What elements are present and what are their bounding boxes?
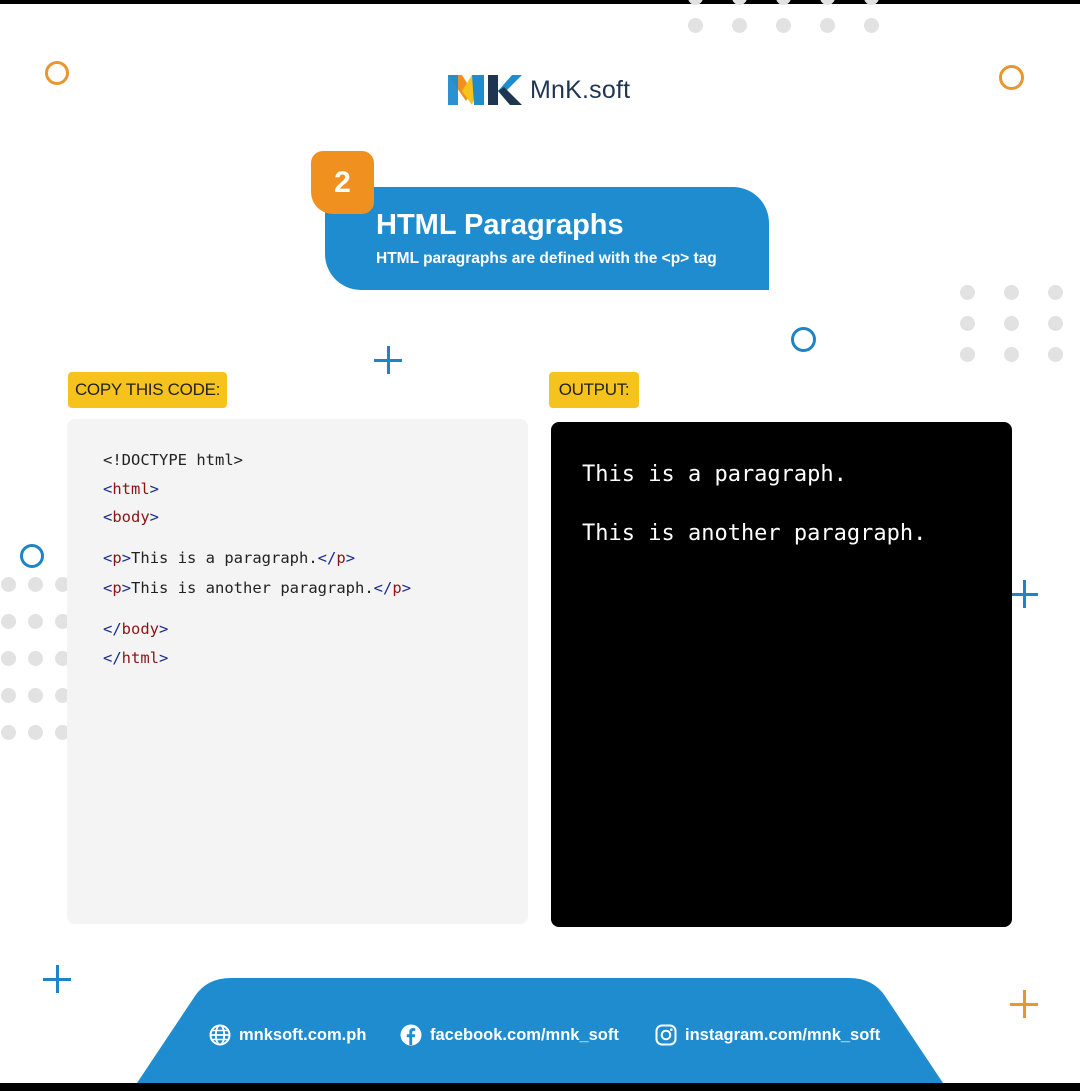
- instagram-icon: [655, 1024, 677, 1046]
- decorative-dot: [1004, 316, 1019, 331]
- footer-bar: mnksoft.com.ph facebook.com/mnk_soft ins…: [137, 978, 943, 1083]
- code-line-body-open: <body>: [103, 508, 160, 526]
- decorative-dot: [820, 0, 835, 5]
- code-line-doctype: <!DOCTYPE html>: [103, 451, 243, 469]
- decorative-dot: [1048, 316, 1063, 331]
- decorative-dot: [1004, 285, 1019, 300]
- code-label: COPY THIS CODE:: [68, 372, 227, 408]
- decorative-dot: [28, 614, 43, 629]
- output-line-2: This is another paragraph.: [582, 521, 927, 546]
- footer-instagram-text: instagram.com/mnk_soft: [685, 1025, 881, 1044]
- brand-name: MnK.soft: [530, 75, 631, 104]
- decorative-ring-top-left: [45, 61, 69, 85]
- code-line-paragraph-1: <p>This is a paragraph.</p>: [103, 549, 356, 567]
- decorative-dot: [1048, 347, 1063, 362]
- output-panel: This is a paragraph. This is another par…: [551, 422, 1012, 927]
- decorative-dot: [1, 725, 16, 740]
- decorative-dot: [776, 18, 791, 33]
- title-banner: HTML Paragraphs HTML paragraphs are defi…: [325, 187, 769, 290]
- decorative-ring-mid: [791, 327, 816, 352]
- decorative-dot: [1048, 285, 1063, 300]
- mnk-logo-icon: [448, 75, 522, 105]
- step-number-badge: 2: [311, 151, 374, 214]
- decorative-dot: [864, 0, 879, 5]
- code-line-html-close: </html>: [103, 649, 169, 667]
- page-subtitle: HTML paragraphs are defined with the <p>…: [376, 250, 717, 267]
- bottom-border: [0, 1083, 1080, 1091]
- footer-website-text: mnksoft.com.ph: [239, 1025, 367, 1044]
- footer-facebook-link[interactable]: facebook.com/mnk_soft: [400, 1024, 619, 1046]
- decorative-dot: [688, 0, 703, 5]
- decorative-dot: [1, 651, 16, 666]
- decorative-dot: [28, 688, 43, 703]
- decorative-ring-top-right: [999, 65, 1024, 90]
- code-line-html-open: <html>: [103, 480, 160, 498]
- globe-icon: [209, 1024, 231, 1046]
- decorative-dot: [864, 18, 879, 33]
- decorative-dot: [960, 285, 975, 300]
- decorative-dot: [1, 614, 16, 629]
- code-line-body-close: </body>: [103, 620, 169, 638]
- decorative-dot: [28, 577, 43, 592]
- decorative-dot: [28, 651, 43, 666]
- decorative-plus-bottom-left: [43, 965, 71, 993]
- footer-facebook-text: facebook.com/mnk_soft: [430, 1025, 619, 1044]
- decorative-dot: [960, 347, 975, 362]
- decorative-dot: [776, 0, 791, 5]
- decorative-dot: [960, 316, 975, 331]
- decorative-dot: [732, 18, 747, 33]
- decorative-plus-mid: [374, 346, 402, 374]
- decorative-dot: [1, 577, 16, 592]
- decorative-plus-bottom-right: [1010, 990, 1038, 1018]
- output-line-1: This is a paragraph.: [582, 462, 847, 487]
- brand-logo: MnK.soft: [446, 70, 630, 110]
- top-border: [0, 0, 1080, 4]
- decorative-dot: [1, 688, 16, 703]
- decorative-ring-left: [20, 544, 44, 568]
- decorative-dot: [1004, 347, 1019, 362]
- decorative-dot: [820, 18, 835, 33]
- code-panel[interactable]: <!DOCTYPE html> <html> <body> <p>This is…: [67, 419, 528, 924]
- code-line-paragraph-2: <p>This is another paragraph.</p>: [103, 579, 412, 597]
- footer-instagram-link[interactable]: instagram.com/mnk_soft: [655, 1024, 880, 1046]
- decorative-dot: [28, 725, 43, 740]
- decorative-dot: [688, 18, 703, 33]
- footer-website-link[interactable]: mnksoft.com.ph: [209, 1024, 366, 1046]
- page-title: HTML Paragraphs: [376, 209, 624, 241]
- decorative-plus-right: [1010, 580, 1038, 608]
- decorative-dot: [732, 0, 747, 5]
- output-label: OUTPUT:: [549, 372, 639, 408]
- facebook-icon: [400, 1024, 422, 1046]
